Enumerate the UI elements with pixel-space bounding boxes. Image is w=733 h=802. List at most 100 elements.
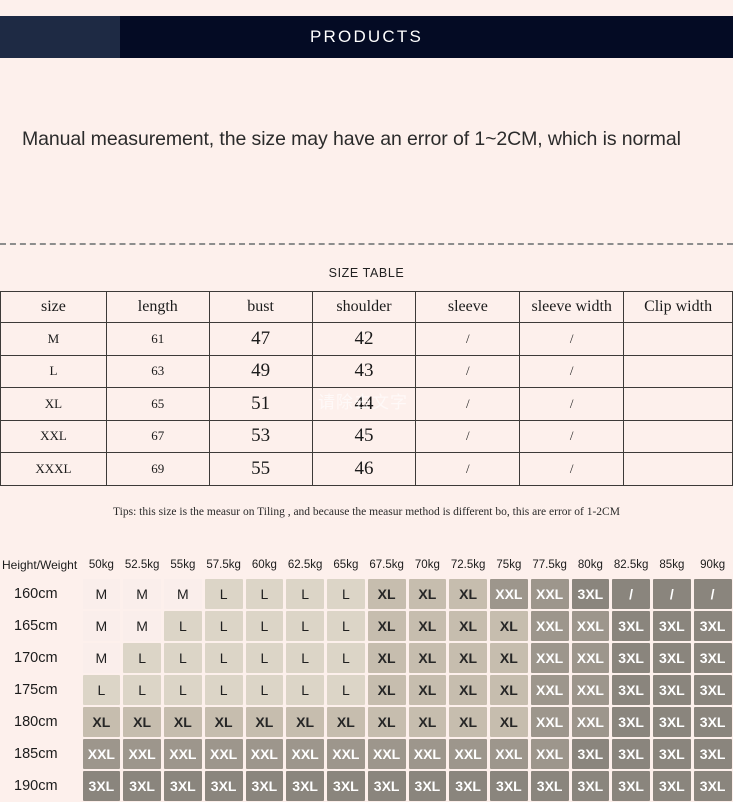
size-cell-sleeve: / — [415, 354, 521, 388]
hw-size-cell: XL — [164, 707, 202, 737]
hw-row: 160cm M M M L L L L XL XL XL XXL XXL 3XL / / / — [0, 578, 733, 610]
size-cell-shoulder: 42 — [311, 322, 417, 356]
hw-size-cell: 3XL — [571, 739, 610, 769]
hw-row: 175cm L L L L L L L XL XL XL XL XXL XXL 3XL 3XL 3XL — [0, 674, 733, 706]
hw-size-cell: L — [204, 643, 243, 673]
hw-size-cell: 3XL — [653, 771, 691, 801]
size-cell-length: 63 — [105, 354, 210, 388]
hw-size-cell: 3XL — [693, 611, 732, 641]
hw-size-cell: XXL — [245, 739, 284, 769]
size-cell-sleeve: / — [415, 419, 521, 453]
hw-row: 180cm XL XL XL XL XL XL XL XL XL XL XL XXL XXL 3XL 3XL 3… — [0, 706, 733, 738]
hw-size-cell: L — [286, 579, 324, 609]
hw-size-cell: 3XL — [653, 643, 691, 673]
hw-size-cell: XXL — [530, 675, 569, 705]
hw-size-cell: 3XL — [571, 579, 610, 609]
hw-size-cell: XXL — [530, 643, 569, 673]
size-table: size length bust shoulder sleeve sleeve … — [0, 291, 733, 486]
hw-height-label: 185cm — [14, 746, 58, 762]
hw-row: 190cm 3XL 3XL 3XL 3XL 3XL 3XL 3XL 3XL 3XL 3XL 3XL 3X… — [0, 770, 733, 802]
size-cell-size: L — [0, 354, 107, 388]
hw-size-cell: L — [327, 611, 365, 641]
hw-size-cell: L — [245, 675, 284, 705]
hw-size-cell: XXL — [571, 611, 610, 641]
size-cell-bust: 53 — [208, 419, 313, 453]
size-cell-sleeve_width: / — [519, 419, 625, 453]
size-cell-sleeve: / — [415, 322, 521, 356]
hw-size-cell: XXL — [164, 739, 202, 769]
hw-weight-header: 72.5kg — [450, 559, 486, 571]
hw-size-cell: XXL — [490, 739, 528, 769]
hw-size-cell: L — [286, 611, 324, 641]
hw-size-cell: XL — [367, 675, 406, 705]
hw-size-cell: 3XL — [612, 675, 650, 705]
hw-size-cell: 3XL — [612, 739, 650, 769]
banner-main-block: PRODUCTS — [120, 16, 733, 58]
size-cell-length: 67 — [105, 419, 210, 453]
hw-size-cell: XXL — [327, 739, 365, 769]
hw-size-cell: 3XL — [612, 707, 650, 737]
hw-size-cell: L — [245, 579, 284, 609]
hw-size-cell: XXL — [449, 739, 487, 769]
col-header-bust: bust — [208, 291, 313, 323]
dashed-divider — [0, 243, 733, 245]
hw-size-cell: XL — [82, 707, 121, 737]
hw-weight-header: 52.5kg — [124, 559, 160, 571]
hw-size-cell: 3XL — [612, 611, 650, 641]
size-cell-clip_width — [623, 354, 733, 388]
hw-size-cell: XXL — [367, 739, 406, 769]
hw-size-cell: 3XL — [693, 675, 732, 705]
size-cell-clip_width — [623, 387, 733, 421]
hw-size-cell: 3XL — [245, 771, 284, 801]
size-cell-bust: 55 — [208, 452, 313, 486]
hw-size-cell: L — [164, 675, 202, 705]
size-cell-clip_width — [623, 419, 733, 453]
hw-size-cell: L — [82, 675, 121, 705]
size-cell-length: 69 — [105, 452, 210, 486]
hw-size-cell: XXL — [204, 739, 243, 769]
hw-size-cell: XL — [408, 707, 447, 737]
size-cell-sleeve: / — [415, 387, 521, 421]
hw-size-cell: 3XL — [490, 771, 528, 801]
hw-size-cell: 3XL — [653, 707, 691, 737]
hw-size-cell: M — [164, 579, 202, 609]
hw-height-label: 170cm — [14, 650, 58, 666]
hw-size-cell: XXL — [571, 643, 610, 673]
size-cell-clip_width — [623, 452, 733, 486]
hw-size-cell: L — [123, 675, 161, 705]
hw-size-cell: / — [653, 579, 691, 609]
hw-size-cell: XL — [449, 707, 487, 737]
hw-size-cell: XL — [408, 643, 447, 673]
hw-size-cell: XXL — [571, 675, 610, 705]
hw-weight-header: 82.5kg — [613, 559, 649, 571]
hw-size-cell: M — [123, 579, 161, 609]
hw-row: 170cm M L L L L L L XL XL XL XL XXL XXL 3XL 3XL 3XL — [0, 642, 733, 674]
hw-weight-header: 50kg — [88, 559, 114, 571]
size-table-caption: SIZE TABLE — [328, 266, 405, 280]
hw-size-cell: 3XL — [693, 771, 732, 801]
col-header-sleeve: sleeve — [415, 291, 521, 323]
hw-weight-header: 77.5kg — [532, 559, 567, 571]
hw-size-cell: XL — [367, 707, 406, 737]
size-cell-sleeve_width: / — [519, 354, 625, 388]
hw-size-cell: L — [327, 675, 365, 705]
hw-weight-header: 65kg — [333, 559, 359, 571]
hw-weight-header: 55kg — [170, 559, 196, 571]
hw-size-cell: 3XL — [693, 643, 732, 673]
hw-size-cell: L — [123, 643, 161, 673]
hw-size-cell: XL — [367, 643, 406, 673]
hw-size-cell: 3XL — [693, 739, 732, 769]
hw-size-cell: XL — [204, 707, 243, 737]
size-cell-length: 61 — [105, 322, 210, 356]
hw-weight-header: 80kg — [577, 559, 603, 571]
hw-size-cell: L — [204, 579, 243, 609]
hw-size-cell: XL — [327, 707, 365, 737]
hw-size-cell: XL — [449, 675, 487, 705]
size-cell-length: 65 — [105, 387, 210, 421]
size-cell-sleeve_width: / — [519, 387, 625, 421]
hw-size-cell: 3XL — [612, 771, 650, 801]
hw-height-label: 175cm — [14, 682, 58, 698]
table-row: XXXL 69 55 46// — [0, 452, 733, 486]
hw-size-cell: XL — [367, 611, 406, 641]
hw-size-cell: 3XL — [449, 771, 487, 801]
